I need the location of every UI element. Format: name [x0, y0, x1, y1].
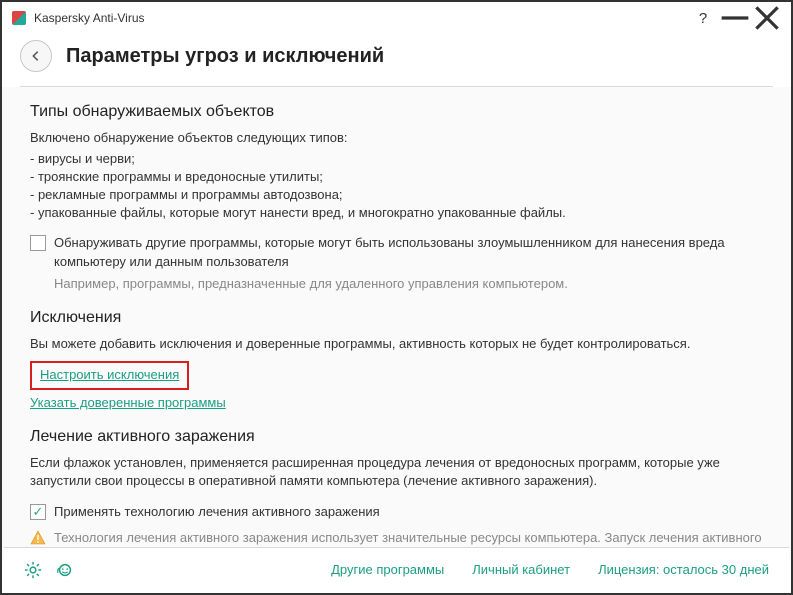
detect-item: - упакованные файлы, которые могут нанес… — [30, 204, 763, 222]
active-checkbox[interactable] — [30, 504, 46, 520]
active-desc: Если флажок установлен, применяется расш… — [30, 454, 763, 490]
detect-intro: Включено обнаружение объектов следующих … — [30, 129, 763, 147]
detect-other-hint: Например, программы, предназначенные для… — [54, 275, 763, 293]
detect-other-checkbox[interactable] — [30, 235, 46, 251]
support-icon[interactable] — [56, 561, 74, 579]
detect-item: - рекламные программы и программы автодо… — [30, 186, 763, 204]
back-button[interactable] — [20, 40, 52, 72]
exclusions-section-title: Исключения — [30, 307, 763, 329]
detect-other-label[interactable]: Обнаруживать другие программы, которые м… — [54, 234, 763, 270]
page-title: Параметры угроз и исключений — [66, 45, 384, 68]
app-icon — [12, 11, 26, 25]
detect-other-checkbox-row: Обнаруживать другие программы, которые м… — [30, 234, 763, 270]
minimize-icon — [719, 2, 751, 34]
exclusions-desc: Вы можете добавить исключения и доверенн… — [30, 335, 763, 353]
active-section-title: Лечение активного заражения — [30, 426, 763, 448]
close-icon — [751, 2, 783, 34]
app-name: Kaspersky Anti-Virus — [34, 11, 145, 25]
arrow-left-icon — [29, 49, 43, 63]
license-link[interactable]: Лицензия: осталось 30 дней — [598, 562, 769, 577]
close-button[interactable] — [751, 4, 783, 32]
detect-section-title: Типы обнаруживаемых объектов — [30, 101, 763, 123]
warning-icon — [30, 530, 46, 546]
minimize-button[interactable] — [719, 4, 751, 32]
active-checkbox-label[interactable]: Применять технологию лечения активного з… — [54, 503, 763, 521]
header: Параметры угроз и исключений — [2, 34, 791, 86]
help-button[interactable]: ? — [687, 4, 719, 32]
footer: Другие программы Личный кабинет Лицензия… — [4, 547, 789, 591]
titlebar: Kaspersky Anti-Virus ? — [2, 2, 791, 34]
other-programs-link[interactable]: Другие программы — [331, 562, 444, 577]
configure-exclusions-link[interactable]: Настроить исключения — [30, 361, 189, 389]
active-checkbox-row: Применять технологию лечения активного з… — [30, 503, 763, 521]
gear-icon[interactable] — [24, 561, 42, 579]
trusted-programs-link[interactable]: Указать доверенные программы — [30, 394, 226, 412]
detect-item: - троянские программы и вредоносные утил… — [30, 168, 763, 186]
content-area: Типы обнаруживаемых объектов Включено об… — [2, 87, 791, 561]
my-account-link[interactable]: Личный кабинет — [472, 562, 570, 577]
detect-item: - вирусы и черви; — [30, 150, 763, 168]
